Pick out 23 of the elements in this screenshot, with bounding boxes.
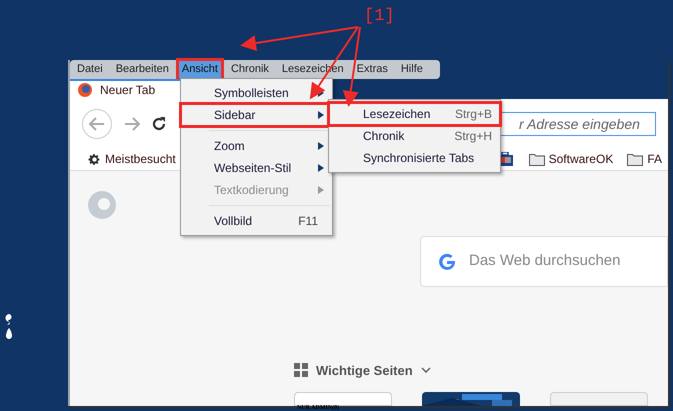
menu-item[interactable]: Lesezeichen Strg+B: [329, 103, 500, 125]
search-box[interactable]: Das Web durchsuchen: [420, 236, 668, 287]
annotation-label: [1]: [364, 6, 395, 28]
menu-item[interactable]: Vollbild F11: [181, 210, 332, 232]
menu-bar-item[interactable]: Datei: [74, 60, 106, 78]
menu-item[interactable]: Synchronisierte Tabs: [329, 147, 500, 169]
tab-title: Neuer Tab: [100, 82, 156, 100]
menu-bar-item[interactable]: Extras: [354, 60, 391, 78]
menu-bar-item[interactable]: Chronik: [228, 60, 272, 78]
menu-item[interactable]: Sidebar: [181, 104, 332, 126]
browser-tab[interactable]: Neuer Tab: [70, 78, 182, 100]
section-heading: Wichtige Seiten: [316, 362, 413, 380]
menu-bar-item[interactable]: Hilfe: [398, 60, 426, 78]
bookmark-link[interactable]: Meistbesucht: [105, 150, 176, 168]
menu-item[interactable]: Webseiten-Stil: [181, 157, 332, 179]
search-field[interactable]: Das Web durchsuchen: [469, 250, 651, 272]
bookmark-link[interactable]: FA: [647, 150, 662, 168]
bookmark-link[interactable]: SoftwareOK: [548, 150, 614, 168]
menu-bar-item[interactable]: Bearbeiten: [112, 60, 172, 78]
menu-item[interactable]: Chronik Strg+H: [329, 125, 500, 147]
menu-item[interactable]: Zoom: [181, 135, 332, 157]
menu-item[interactable]: Symbolleisten: [181, 82, 332, 104]
menu-bar-item[interactable]: Ansicht: [178, 60, 221, 78]
